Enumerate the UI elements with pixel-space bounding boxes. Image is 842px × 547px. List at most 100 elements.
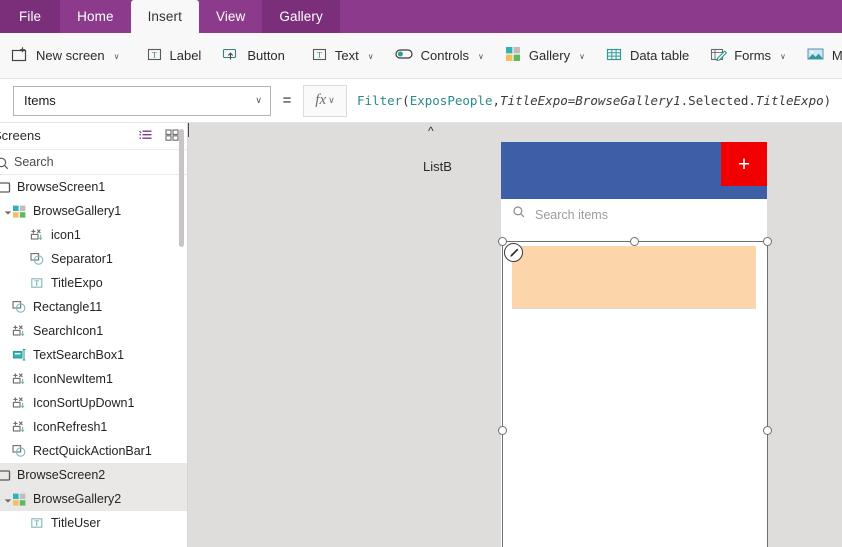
thumbnail-view-icon[interactable] (165, 128, 179, 147)
tree-node-label: IconNewItem1 (33, 372, 113, 386)
gallery-icon (12, 492, 27, 512)
shape-icon (12, 300, 27, 319)
ribbon-controls-button[interactable]: Controls ∨ (384, 34, 494, 78)
svg-text:T: T (317, 49, 323, 59)
ribbon-controls-label: Controls (420, 48, 470, 63)
button-icon (221, 45, 240, 66)
tree-node-rectquickactionbar1[interactable]: RectQuickActionBar1 (0, 439, 187, 463)
tree-node-searchicon1[interactable]: SearchIcon1 (0, 319, 187, 343)
tree-node-browsegallery2[interactable]: ◢ BrowseGallery2 (0, 487, 187, 511)
selection-handle-top-center[interactable] (630, 237, 639, 246)
chevron-down-icon: ∨ (579, 52, 585, 61)
ribbon-new-screen-button[interactable]: New screen ∨ (0, 34, 130, 78)
data-table-icon (605, 46, 623, 66)
equals-sign: = (282, 92, 292, 109)
tree-node-label: icon1 (51, 228, 81, 242)
tree-node-textsearchbox1[interactable]: TextSearchBox1 (0, 343, 187, 367)
selection-handle-middle-left[interactable] (498, 426, 507, 435)
ribbon-tabs: File Home Insert View Gallery (0, 0, 842, 33)
ribbon-forms-button[interactable]: Forms ∨ (699, 34, 796, 78)
tree-node-label: BrowseScreen2 (17, 468, 106, 482)
screen-preview: + Search items (501, 142, 767, 547)
selection-edge-right (767, 241, 768, 547)
tab-gallery[interactable]: Gallery (262, 0, 340, 33)
svg-text:T: T (34, 519, 39, 528)
tree-node-label: IconSortUpDown1 (33, 396, 135, 410)
canvas-annotation-stem (188, 123, 189, 137)
tree-node-separator1[interactable]: Separator1 (0, 247, 187, 271)
tree-node-titleuser[interactable]: T TitleUser (0, 511, 187, 535)
app-header-bar: + (501, 142, 767, 199)
formula-token: BrowseGallery1 (575, 93, 681, 108)
tree-node-browsegallery1[interactable]: ◢ BrowseGallery1 (0, 199, 187, 223)
forms-icon (709, 46, 728, 66)
tab-view[interactable]: View (199, 0, 262, 33)
selection-handle-top-left[interactable] (498, 237, 507, 246)
screen-icon (0, 180, 11, 200)
ribbon-label-button[interactable]: T Label (136, 34, 212, 78)
tree-search-placeholder: Search (14, 155, 54, 169)
canvas-annotation-label: ListB (423, 159, 452, 174)
tree-node-iconnewitem1[interactable]: IconNewItem1 (0, 367, 187, 391)
formula-token: TitleExpo (500, 93, 568, 108)
formula-input[interactable]: Filter(ExposPeople, TitleExpo = BrowseGa… (347, 79, 842, 123)
property-select[interactable]: Items ∨ (13, 85, 271, 116)
media-icon (806, 46, 825, 65)
tree-node-label: Rectangle11 (33, 300, 103, 314)
ribbon-media-button[interactable]: Media ∨ (796, 34, 842, 78)
new-item-button[interactable]: + (721, 142, 767, 186)
chevron-down-icon: ∨ (255, 95, 262, 105)
ribbon-new-screen-label: New screen (36, 48, 105, 63)
tree-node-label: BrowseScreen1 (17, 180, 106, 194)
chevron-down-icon: ∨ (367, 52, 374, 61)
icon-shape-icon (12, 324, 28, 343)
tree-node-rectangle11[interactable]: Rectangle11 (0, 295, 187, 319)
tab-file[interactable]: File (0, 0, 61, 33)
tree-node-iconrefresh1[interactable]: IconRefresh1 (0, 415, 187, 439)
ribbon-button-label: Button (247, 48, 285, 63)
textbox-icon (12, 348, 28, 367)
ribbon-toolbar: New screen ∨ T Label Button T Text ∨ Con… (0, 33, 842, 79)
ribbon-data-table-button[interactable]: Data table (595, 34, 699, 78)
chevron-down-icon: ∨ (780, 52, 786, 61)
chevron-down-icon: ∨ (328, 95, 335, 105)
formula-token: .Selected. (680, 93, 756, 108)
gallery-item-row[interactable] (512, 246, 756, 309)
ribbon-media-label: Media (831, 48, 842, 63)
tree-search-row[interactable]: Search (0, 149, 187, 175)
app-canvas: ^ ListB + Search items (188, 123, 842, 547)
tree-node-browsescreen2[interactable]: ▸BrowseScreen2 (0, 463, 187, 487)
fx-label: fx (315, 92, 327, 108)
svg-text:T: T (151, 49, 157, 59)
powerapps-studio-window: File Home Insert View Gallery New screen ∨ T… (0, 0, 842, 547)
tree-view-icon[interactable] (138, 128, 153, 147)
formula-token: ExposPeople (409, 93, 493, 108)
icon-shape-icon (12, 372, 28, 391)
fx-button[interactable]: fx ∨ (303, 84, 347, 117)
tree-node-titleexpo[interactable]: T TitleExpo (0, 271, 187, 295)
search-items-box[interactable]: Search items (501, 199, 767, 230)
ribbon-text-button[interactable]: T Text ∨ (301, 34, 384, 78)
pencil-icon[interactable] (504, 243, 523, 262)
tree-node-iconsortupdown1[interactable]: IconSortUpDown1 (0, 391, 187, 415)
icon-shape-icon (30, 228, 46, 247)
tree-panel-header: Screens (0, 123, 187, 149)
label-icon: T (30, 276, 44, 295)
formula-bar: Items ∨ = fx ∨ Filter(ExposPeople, Title… (0, 79, 842, 123)
selection-handle-top-right[interactable] (763, 237, 772, 246)
ribbon-gallery-button[interactable]: Gallery ∨ (494, 34, 595, 78)
ribbon-button-button[interactable]: Button (211, 34, 295, 78)
new-screen-icon (10, 45, 29, 67)
tree-scrollbar-thumb[interactable] (179, 129, 184, 247)
tree-node-icon1[interactable]: icon1 (0, 223, 187, 247)
tab-insert[interactable]: Insert (130, 0, 199, 33)
selection-handle-middle-right[interactable] (763, 426, 772, 435)
formula-token: Filter (357, 93, 403, 108)
gallery-icon (504, 45, 522, 66)
formula-token: , (492, 93, 501, 108)
tab-home[interactable]: Home (60, 0, 130, 33)
tree-node-browsescreen1[interactable]: ▸BrowseScreen1 (0, 175, 187, 199)
selection-edge-left (502, 241, 503, 547)
tree-node-label: RectQuickActionBar1 (33, 444, 152, 458)
tree-node-label: IconRefresh1 (33, 420, 108, 434)
